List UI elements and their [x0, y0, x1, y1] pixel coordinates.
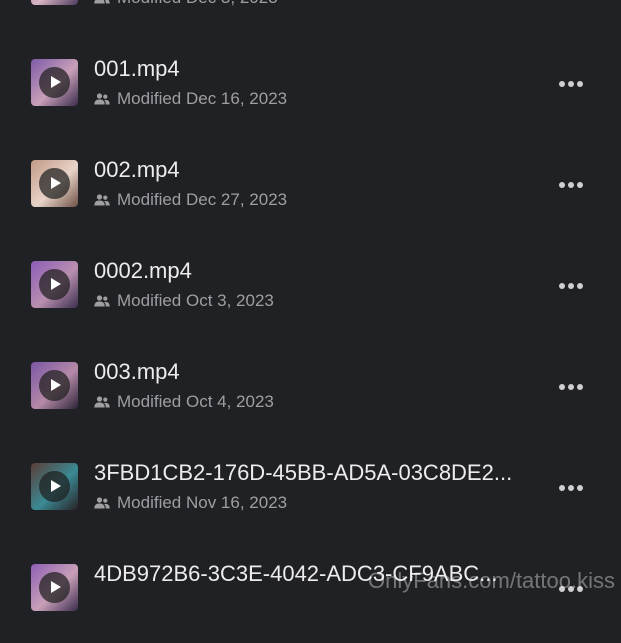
file-name: 002.mp4: [94, 157, 180, 183]
file-row[interactable]: 003.mp4 Modified Oct 4, 2023: [0, 340, 621, 441]
people-icon: [94, 194, 110, 206]
file-meta: Modified Dec 16, 2023: [94, 89, 287, 109]
video-thumbnail[interactable]: [31, 564, 78, 611]
people-icon: [94, 93, 110, 105]
modified-date: Modified Oct 3, 2023: [117, 291, 274, 311]
play-icon: [39, 67, 70, 98]
file-list: 001.mp4Modified Dec 3, 2023001.mp4Modifi…: [0, 0, 621, 643]
file-meta: Modified Oct 3, 2023: [94, 291, 274, 311]
play-icon: [39, 168, 70, 199]
file-row[interactable]: 001.mp4Modified Dec 3, 2023: [0, 0, 621, 37]
play-icon: [39, 370, 70, 401]
more-options-button[interactable]: [551, 481, 591, 495]
more-horizontal-icon: [559, 81, 583, 87]
file-row[interactable]: 002.mp4 Modified Dec 27, 2023: [0, 138, 621, 239]
video-thumbnail[interactable]: [31, 362, 78, 409]
play-icon: [39, 572, 70, 603]
more-options-button[interactable]: [551, 279, 591, 293]
file-meta: Modified Oct 4, 2023: [94, 392, 274, 412]
people-icon: [94, 0, 110, 4]
file-name: 3FBD1CB2-176D-45BB-AD5A-03C8DE2...: [94, 460, 512, 486]
modified-date: Modified Dec 3, 2023: [117, 0, 278, 8]
file-name: 003.mp4: [94, 359, 180, 385]
more-horizontal-icon: [559, 485, 583, 491]
file-row[interactable]: 001.mp4 Modified Dec 16, 2023: [0, 37, 621, 138]
file-name: 001.mp4: [94, 56, 180, 82]
file-meta: Modified Dec 3, 2023: [94, 0, 278, 8]
modified-date: Modified Dec 16, 2023: [117, 89, 287, 109]
people-icon: [94, 396, 110, 408]
video-thumbnail[interactable]: [31, 0, 78, 5]
more-horizontal-icon: [559, 384, 583, 390]
file-meta: Modified Dec 27, 2023: [94, 190, 287, 210]
play-icon: [39, 269, 70, 300]
more-options-button[interactable]: [551, 380, 591, 394]
video-thumbnail[interactable]: [31, 463, 78, 510]
video-thumbnail[interactable]: [31, 261, 78, 308]
people-icon: [94, 497, 110, 509]
more-options-button[interactable]: [551, 178, 591, 192]
more-horizontal-icon: [559, 182, 583, 188]
file-row[interactable]: 3FBD1CB2-176D-45BB-AD5A-03C8DE2... Modifi…: [0, 441, 621, 542]
watermark-text: OnlyFans.com/tattoo.kiss: [368, 568, 615, 594]
file-name: 0002.mp4: [94, 258, 192, 284]
people-icon: [94, 295, 110, 307]
video-thumbnail[interactable]: [31, 59, 78, 106]
modified-date: Modified Nov 16, 2023: [117, 493, 287, 513]
more-horizontal-icon: [559, 283, 583, 289]
play-icon: [39, 471, 70, 502]
modified-date: Modified Oct 4, 2023: [117, 392, 274, 412]
file-row[interactable]: 0002.mp4 Modified Oct 3, 2023: [0, 239, 621, 340]
modified-date: Modified Dec 27, 2023: [117, 190, 287, 210]
video-thumbnail[interactable]: [31, 160, 78, 207]
file-meta: Modified Nov 16, 2023: [94, 493, 287, 513]
more-options-button[interactable]: [551, 77, 591, 91]
